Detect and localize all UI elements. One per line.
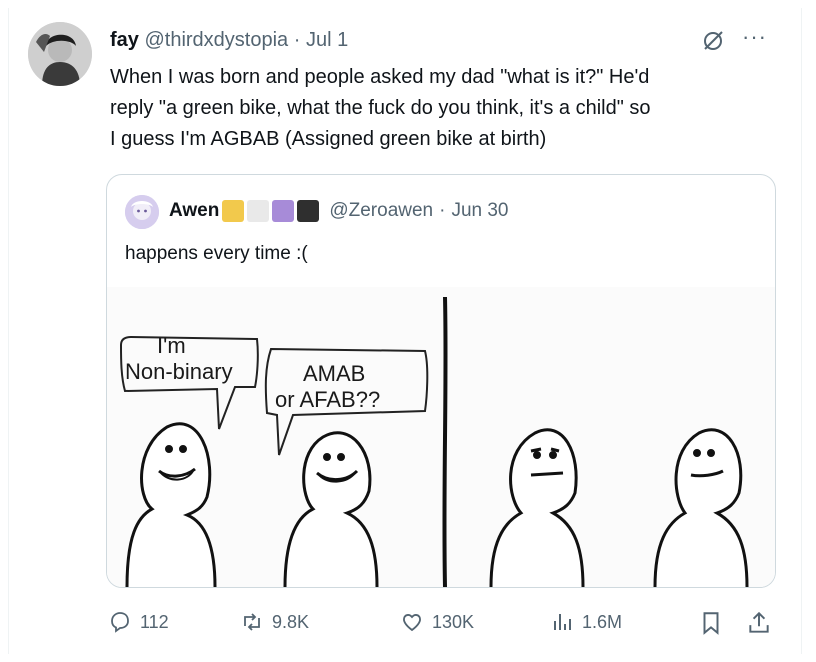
share-icon xyxy=(749,611,769,633)
views-count: 1.6M xyxy=(582,611,623,632)
bubble1-line2: Non-binary xyxy=(125,359,233,384)
quote-header: Awen @Zeroawen · Jun 30 xyxy=(169,199,509,223)
tweet-header: fay @thirdxdystopia · Jul 1 xyxy=(110,28,348,52)
bubble1-line1: I'm xyxy=(157,333,186,358)
flag-square-yellow xyxy=(222,200,245,222)
views-icon xyxy=(554,614,571,630)
bubble2-line2: or AFAB?? xyxy=(275,387,380,412)
reply-count: 112 xyxy=(140,611,169,632)
like-button[interactable]: 130K xyxy=(400,610,474,634)
share-button[interactable] xyxy=(746,610,772,641)
like-count: 130K xyxy=(432,611,475,632)
comic-figure-2 xyxy=(283,431,379,587)
repost-icon xyxy=(244,613,260,631)
comic-figure-1 xyxy=(125,422,217,587)
author-handle[interactable]: @thirdxdystopia xyxy=(144,29,288,51)
more-icon[interactable]: ··· xyxy=(742,24,767,50)
quote-author-name[interactable]: Awen xyxy=(169,199,219,223)
author-name[interactable]: fay xyxy=(110,29,139,51)
tweet-text: When I was born and people asked my dad … xyxy=(110,62,790,155)
quote-separator-dot: · xyxy=(439,200,446,221)
bookmark-icon xyxy=(703,612,719,635)
quote-author-handle[interactable]: @Zeroawen xyxy=(329,199,433,223)
reply-icon xyxy=(111,612,129,633)
comic-figure-4 xyxy=(653,428,749,587)
quote-text: happens every time :( xyxy=(125,243,308,264)
bookmark-button[interactable] xyxy=(698,610,724,641)
reply-button[interactable]: 112 xyxy=(108,610,169,634)
tweet-actions: 112 9.8K 130K 1.6M xyxy=(100,606,790,642)
like-icon xyxy=(403,614,421,632)
flag-square-purple xyxy=(272,200,295,222)
repost-button[interactable]: 9.8K xyxy=(240,610,309,634)
tweet-text-line: reply "a green bike, what the fuck do yo… xyxy=(110,97,651,119)
views-button[interactable]: 1.6M xyxy=(550,610,622,634)
comic-figure-3 xyxy=(489,428,585,587)
grok-icon[interactable] xyxy=(700,28,726,54)
tweet-date[interactable]: Jul 1 xyxy=(306,29,348,51)
author-avatar[interactable] xyxy=(28,22,92,86)
repost-count: 9.8K xyxy=(272,611,310,632)
separator-dot: · xyxy=(293,29,301,51)
quote-author-avatar[interactable] xyxy=(125,195,159,229)
tweet-text-line: When I was born and people asked my dad … xyxy=(110,66,650,88)
bubble2-line1: AMAB xyxy=(303,361,365,386)
flag-square-black xyxy=(297,200,320,222)
tweet-text-line: I guess I'm AGBAB (Assigned green bike a… xyxy=(110,128,547,150)
quoted-tweet[interactable]: Awen @Zeroawen · Jun 30 happens every ti… xyxy=(106,174,776,588)
flag-square-white xyxy=(247,200,270,222)
quote-date[interactable]: Jun 30 xyxy=(451,199,508,223)
comic-drawing: I'm Non-binary AMAB or AFAB?? xyxy=(119,296,749,587)
comic-image[interactable]: I'm Non-binary AMAB or AFAB?? xyxy=(107,287,775,587)
